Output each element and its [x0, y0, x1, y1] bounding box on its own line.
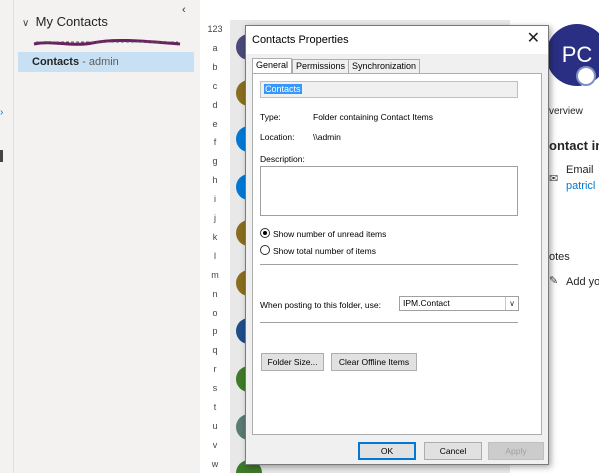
location-value: \\admin — [313, 132, 341, 142]
alphabet-letter[interactable]: n — [200, 289, 230, 299]
email-link[interactable]: patricl — [566, 180, 595, 192]
folder-size-button[interactable]: Folder Size... — [261, 353, 324, 371]
notes-heading: otes — [549, 251, 570, 263]
alphabet-letter[interactable]: t — [200, 402, 230, 412]
folder-item-contacts[interactable]: Contacts - admin — [18, 52, 194, 72]
alphabet-letter[interactable]: e — [200, 119, 230, 129]
cancel-button[interactable]: Cancel — [424, 442, 482, 460]
folder-name: Contacts — [32, 56, 80, 68]
pencil-icon: ✎ — [549, 275, 559, 287]
radio-show-total[interactable] — [260, 245, 270, 255]
description-textarea[interactable] — [260, 166, 518, 216]
alphabet-letter[interactable]: w — [200, 459, 230, 469]
alphabet-letter[interactable]: r — [200, 364, 230, 374]
alphabet-letter[interactable]: c — [200, 81, 230, 91]
posting-label: When posting to this folder, use: — [260, 300, 381, 310]
alphabet-letter[interactable]: i — [200, 194, 230, 204]
alphabet-letter[interactable]: v — [200, 440, 230, 450]
tab-permissions[interactable]: Permissions — [292, 59, 350, 73]
add-note-link[interactable]: Add yo — [566, 276, 599, 288]
alphabet-letter[interactable]: f — [200, 137, 230, 147]
dialog-title: Contacts Properties — [252, 34, 349, 46]
alphabet-letter[interactable]: k — [200, 232, 230, 242]
folder-name-field[interactable]: Contacts — [260, 81, 518, 98]
contacts-properties-dialog: Contacts Properties ✕ General Permission… — [245, 25, 549, 465]
close-icon[interactable]: ✕ — [527, 30, 540, 48]
radio-show-unread-label[interactable]: Show number of unread items — [273, 229, 386, 239]
presence-icon — [576, 66, 596, 86]
alphabet-letter[interactable]: h — [200, 175, 230, 185]
alphabet-letter[interactable]: p — [200, 326, 230, 336]
ok-button[interactable]: OK — [358, 442, 416, 460]
location-label: Location: — [260, 132, 295, 142]
app-rail: › — [0, 0, 14, 473]
alphabet-letter[interactable]: j — [200, 213, 230, 223]
outlook-window: › ‹ ∨ My Contacts Contacts - admin 123 a b… — [0, 0, 599, 473]
collapse-pane-icon[interactable]: ‹ — [182, 4, 186, 16]
apply-button[interactable]: Apply — [488, 442, 544, 460]
mail-icon: ✉ — [549, 173, 559, 185]
folder-account: - admin — [79, 56, 119, 68]
alphabet-letter[interactable]: l — [200, 251, 230, 261]
rail-marker — [0, 150, 3, 162]
tab-general[interactable]: General — [252, 58, 293, 74]
divider — [260, 322, 518, 323]
chevron-down-icon: ∨ — [22, 18, 30, 29]
alphabet-letter[interactable]: b — [200, 62, 230, 72]
alphabet-letter[interactable]: 123 — [200, 24, 230, 34]
my-contacts-group[interactable]: ∨ My Contacts — [22, 14, 108, 29]
alphabet-letter[interactable]: s — [200, 383, 230, 393]
tab-overview[interactable]: verview — [549, 106, 583, 117]
type-label: Type: — [260, 112, 281, 122]
rail-arrow-icon[interactable]: › — [0, 108, 6, 118]
posting-form-select[interactable]: IPM.Contact ∨ — [399, 296, 519, 311]
email-label: Email — [566, 164, 594, 176]
general-tab-panel: Contacts Type: Folder containing Contact… — [252, 73, 542, 435]
tab-synchronization[interactable]: Synchronization — [348, 59, 421, 73]
radio-show-unread[interactable] — [260, 228, 270, 238]
contact-info-heading: ontact in — [549, 138, 599, 153]
radio-show-total-label[interactable]: Show total number of items — [273, 246, 376, 256]
group-label: My Contacts — [35, 14, 108, 29]
alphabet-letter[interactable]: g — [200, 156, 230, 166]
alphabet-letter[interactable]: a — [200, 43, 230, 53]
posting-form-value: IPM.Contact — [403, 298, 450, 308]
dialog-titlebar[interactable]: Contacts Properties ✕ — [246, 26, 548, 54]
redacted-folder-scribble — [33, 38, 181, 46]
folder-name-value: Contacts — [264, 84, 302, 94]
type-value: Folder containing Contact Items — [313, 112, 434, 122]
description-label: Description: — [260, 154, 305, 164]
clear-offline-items-button[interactable]: Clear Offline Items — [331, 353, 417, 371]
alphabet-letter[interactable]: q — [200, 345, 230, 355]
folder-pane: ‹ ∨ My Contacts Contacts - admin — [14, 0, 200, 473]
alphabet-letter[interactable]: o — [200, 308, 230, 318]
alphabet-letter[interactable]: u — [200, 421, 230, 431]
divider — [260, 264, 518, 265]
chevron-down-icon: ∨ — [505, 297, 518, 310]
alphabet-letter[interactable]: m — [200, 270, 230, 280]
alphabet-letter[interactable]: d — [200, 100, 230, 110]
